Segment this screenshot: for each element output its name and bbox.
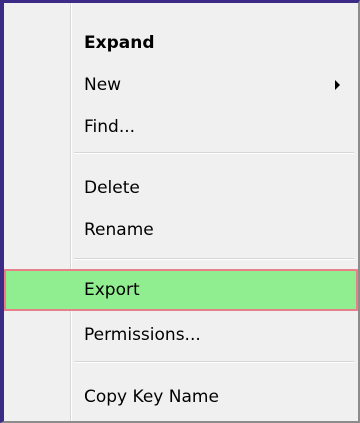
menu-item-export[interactable]: Export — [4, 269, 358, 311]
menu-item-label: Rename — [84, 220, 154, 240]
menu-item-copy-key-name[interactable]: Copy Key Name — [4, 376, 358, 418]
context-menu: Expand New Find... Delete Rename Export … — [4, 3, 358, 421]
menu-item-label: Expand — [84, 33, 155, 53]
menu-item-new[interactable]: New — [4, 64, 358, 106]
menu-separator — [74, 258, 354, 260]
chevron-right-icon — [335, 80, 340, 90]
menu-item-expand[interactable]: Expand — [4, 22, 358, 64]
menu-item-rename[interactable]: Rename — [4, 209, 358, 251]
menu-item-label: Copy Key Name — [84, 387, 219, 407]
menu-separator — [74, 361, 354, 363]
menu-item-delete[interactable]: Delete — [4, 167, 358, 209]
menu-item-find[interactable]: Find... — [4, 106, 358, 148]
menu-separator — [74, 152, 354, 154]
menu-item-label: Find... — [84, 117, 136, 137]
menu-item-label: Delete — [84, 178, 140, 198]
menu-item-label: Export — [84, 280, 140, 300]
menu-item-label: Permissions... — [84, 325, 201, 345]
menu-item-permissions[interactable]: Permissions... — [4, 314, 358, 356]
menu-item-label: New — [84, 75, 122, 95]
context-menu-frame: Expand New Find... Delete Rename Export … — [0, 0, 360, 423]
